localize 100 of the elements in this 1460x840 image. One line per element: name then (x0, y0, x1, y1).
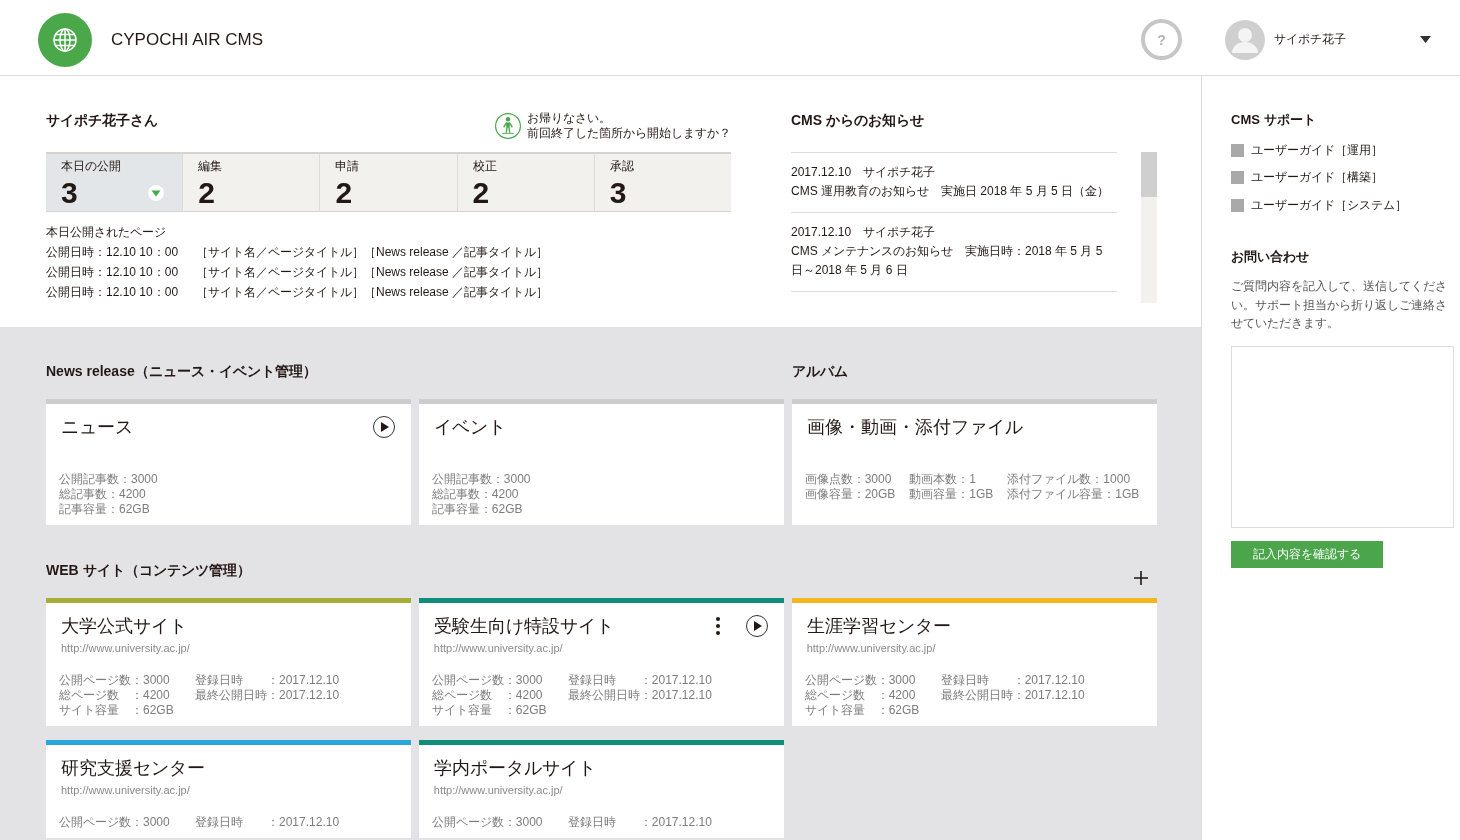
stat-text: 最終公開日時：2017.12.10 (940, 688, 1085, 703)
site-url: http://www.university.ac.jp/ (432, 642, 564, 655)
card-title: 生涯学習センター (806, 615, 951, 638)
stat-text: 公開ページ数：3000 (431, 815, 544, 830)
add-button[interactable] (1134, 571, 1148, 585)
publish-time: 公開日時：12.10 10：00 (46, 284, 180, 301)
avatar-icon (1225, 19, 1265, 60)
inquiry-title: お問い合わせ (1231, 248, 1310, 266)
plus-icon (1134, 571, 1148, 585)
stat-text: 登録日時 ：2017.12.10 (195, 673, 340, 688)
card-title: ニュース (61, 416, 133, 439)
play-button[interactable] (746, 615, 769, 637)
stat-text: 動画容量：1GB (909, 487, 994, 502)
notice-text: CMS メンテナンスのお知らせ 実施日時：2018 年 5 月 5 日～2018 年 5 月 6 日 (791, 243, 1104, 279)
more-icon (716, 617, 721, 635)
status-tab[interactable]: 編集 2 (182, 152, 320, 212)
site-url: http://www.university.ac.jp/ (432, 784, 564, 797)
stat-text: 登録日時 ：2017.12.10 (567, 815, 712, 830)
user-menu[interactable]: サイポチ花子 (1225, 19, 1431, 60)
resume-button[interactable]: お帰りなさい。 前回終了した箇所から開始しますか？ (495, 111, 731, 141)
site-card[interactable]: 生涯学習センター http://www.university.ac.jp/ 公開ページ数：3000 総ページ数 ：4200 サイト容量 ：62GB 登録日時 ：2017.12.10 最終公開日時：2017.12.10 (791, 598, 1157, 726)
album-card[interactable]: 画像・動画・添付ファイル 画像点数：3000 画像容量：20GB 動画本数：1 動画容量：1GB 添付ファイル数：1000 添付ファイル容量：1GB (791, 399, 1157, 525)
site-card[interactable]: 研究支援センター http://www.university.ac.jp/ 公開ページ数：3000 登録日時 ：2017.12.10 (46, 740, 412, 838)
card-title: 学内ポータルサイト (433, 757, 596, 780)
play-button[interactable] (373, 416, 396, 438)
more-button[interactable] (715, 617, 722, 635)
status-tab[interactable]: 校正 2 (456, 152, 594, 212)
status-tab[interactable]: 申請 2 (319, 152, 457, 212)
card-title: 大学公式サイト (61, 615, 187, 638)
status-tab[interactable]: 本日の公開 3 (46, 152, 183, 212)
inquiry-description: ご質問内容を記入して、送信してください。サポート担当から折り返しご連絡させていただきます。 (1231, 278, 1448, 332)
stat-text: 登録日時 ：2017.12.10 (195, 815, 340, 830)
stat-text: 画像容量：20GB (804, 487, 896, 502)
site-card[interactable]: 大学公式サイト http://www.university.ac.jp/ 公開ページ数：3000 総ページ数 ：4200 サイト容量 ：62GB 登録日時 ：2017.12.10 最終公開日時：2017.12.10 (46, 598, 412, 726)
app-title: CYPOCHI AIR CMS (111, 29, 264, 50)
site-url: http://www.university.ac.jp/ (60, 784, 191, 797)
site-url: http://www.university.ac.jp/ (805, 642, 937, 655)
published-title: 本日公開されたページ (46, 224, 167, 241)
site-card[interactable]: 学内ポータルサイト http://www.university.ac.jp/ 公開ページ数：3000 登録日時 ：2017.12.10 (418, 740, 785, 838)
status-tab[interactable]: 承認 3 (593, 152, 731, 212)
notice-meta: 2017.12.10 サイポチ花子 (791, 164, 937, 181)
section-title: WEB サイト（コンテンツ管理） (46, 561, 251, 580)
guide-link[interactable]: ユーザーガイド［運用］ (1231, 141, 1454, 159)
stat-text: サイト容量 ：62GB (804, 703, 921, 718)
site-card[interactable]: 受験生向け特設サイト http://www.university.ac.jp/ 公開ページ数：3000 総ページ数 ：4200 サイト容量 ：62GB 登録日時 ：2017.12.10 最終公開日時：2017.12.10 (418, 598, 785, 726)
support-title: CMS サポート (1231, 111, 1317, 129)
dropdown-icon (147, 184, 166, 202)
page-title: ［サイト名／ページタイトル］［News release ／記事タイトル］ (196, 244, 549, 261)
scrollbar-thumb[interactable] (1141, 152, 1157, 197)
square-bullet-icon (1231, 198, 1244, 212)
stat-text: 記事容量：62GB (431, 502, 524, 517)
stat-text: 公開記事数：3000 (431, 472, 531, 487)
publish-time: 公開日時：12.10 10：00 (46, 264, 180, 281)
page-title: ［サイト名／ページタイトル］［News release ／記事タイトル］ (196, 264, 549, 281)
card-title: 研究支援センター (61, 757, 205, 780)
stat-text: 公開ページ数：3000 (804, 673, 917, 688)
stat-text: 最終公開日時：2017.12.10 (567, 688, 712, 703)
globe-icon (38, 12, 92, 67)
card-title: イベント (433, 416, 506, 439)
publish-time: 公開日時：12.10 10：00 (46, 244, 180, 261)
stat-text: 総記事数：4200 (431, 487, 520, 502)
stat-text: 添付ファイル数：1000 (1007, 472, 1132, 487)
guide-link[interactable]: ユーザーガイド［構築］ (1231, 168, 1454, 187)
notice-meta: 2017.12.10 サイポチ花子 (791, 224, 937, 241)
caret-down-icon (1420, 36, 1431, 43)
news-card[interactable]: ニュース 公開記事数：3000 総記事数：4200 記事容量：62GB (46, 399, 412, 525)
stat-text: サイト容量 ：62GB (431, 703, 548, 718)
guide-link[interactable]: ユーザーガイド［システム］ (1231, 196, 1454, 214)
stat-text: 登録日時 ：2017.12.10 (567, 673, 712, 688)
stat-text: 最終公開日時：2017.12.10 (195, 688, 340, 703)
play-icon (754, 621, 763, 631)
stat-text: 登録日時 ：2017.12.10 (940, 673, 1085, 688)
greeting-title: サイポチ花子さん (46, 111, 158, 130)
square-bullet-icon (1231, 143, 1244, 157)
stat-text: 総ページ数 ：4200 (59, 688, 171, 703)
stat-text: 添付ファイル容量：1GB (1007, 487, 1140, 502)
notices-title: CMS からのお知らせ (791, 111, 925, 130)
section-title: News release（ニュース・イベント管理） (46, 362, 317, 381)
stat-text: 総ページ数 ：4200 (804, 688, 917, 703)
square-bullet-icon (1231, 171, 1244, 184)
stat-text: 総ページ数 ：4200 (431, 688, 544, 703)
stat-text: 動画本数：1 (909, 472, 978, 487)
card-title: 受験生向け特設サイト (433, 615, 614, 638)
site-url: http://www.university.ac.jp/ (60, 642, 191, 655)
stat-text: サイト容量 ：62GB (59, 703, 175, 718)
stat-text: 公開ページ数：3000 (59, 673, 171, 688)
play-icon (381, 422, 390, 432)
stat-text: 公開ページ数：3000 (431, 673, 544, 688)
page-title: ［サイト名／ページタイトル］［News release ／記事タイトル］ (196, 284, 549, 301)
inquiry-field[interactable] (1231, 345, 1454, 528)
notice-text: CMS 運用教育のお知らせ 実施日 2018 年 5 月 5 日（金） (791, 183, 1111, 200)
stat-text: 公開記事数：3000 (59, 472, 158, 487)
stat-text: 画像点数：3000 (804, 472, 893, 487)
card-title: 画像・動画・添付ファイル (806, 416, 1023, 439)
stat-text: 公開ページ数：3000 (59, 815, 171, 830)
person-icon (495, 113, 521, 139)
section-title: アルバム (791, 362, 848, 381)
news-card[interactable]: イベント 公開記事数：3000 総記事数：4200 記事容量：62GB (418, 399, 785, 525)
stat-text: 総記事数：4200 (59, 487, 147, 502)
stat-text: 記事容量：62GB (59, 502, 151, 517)
